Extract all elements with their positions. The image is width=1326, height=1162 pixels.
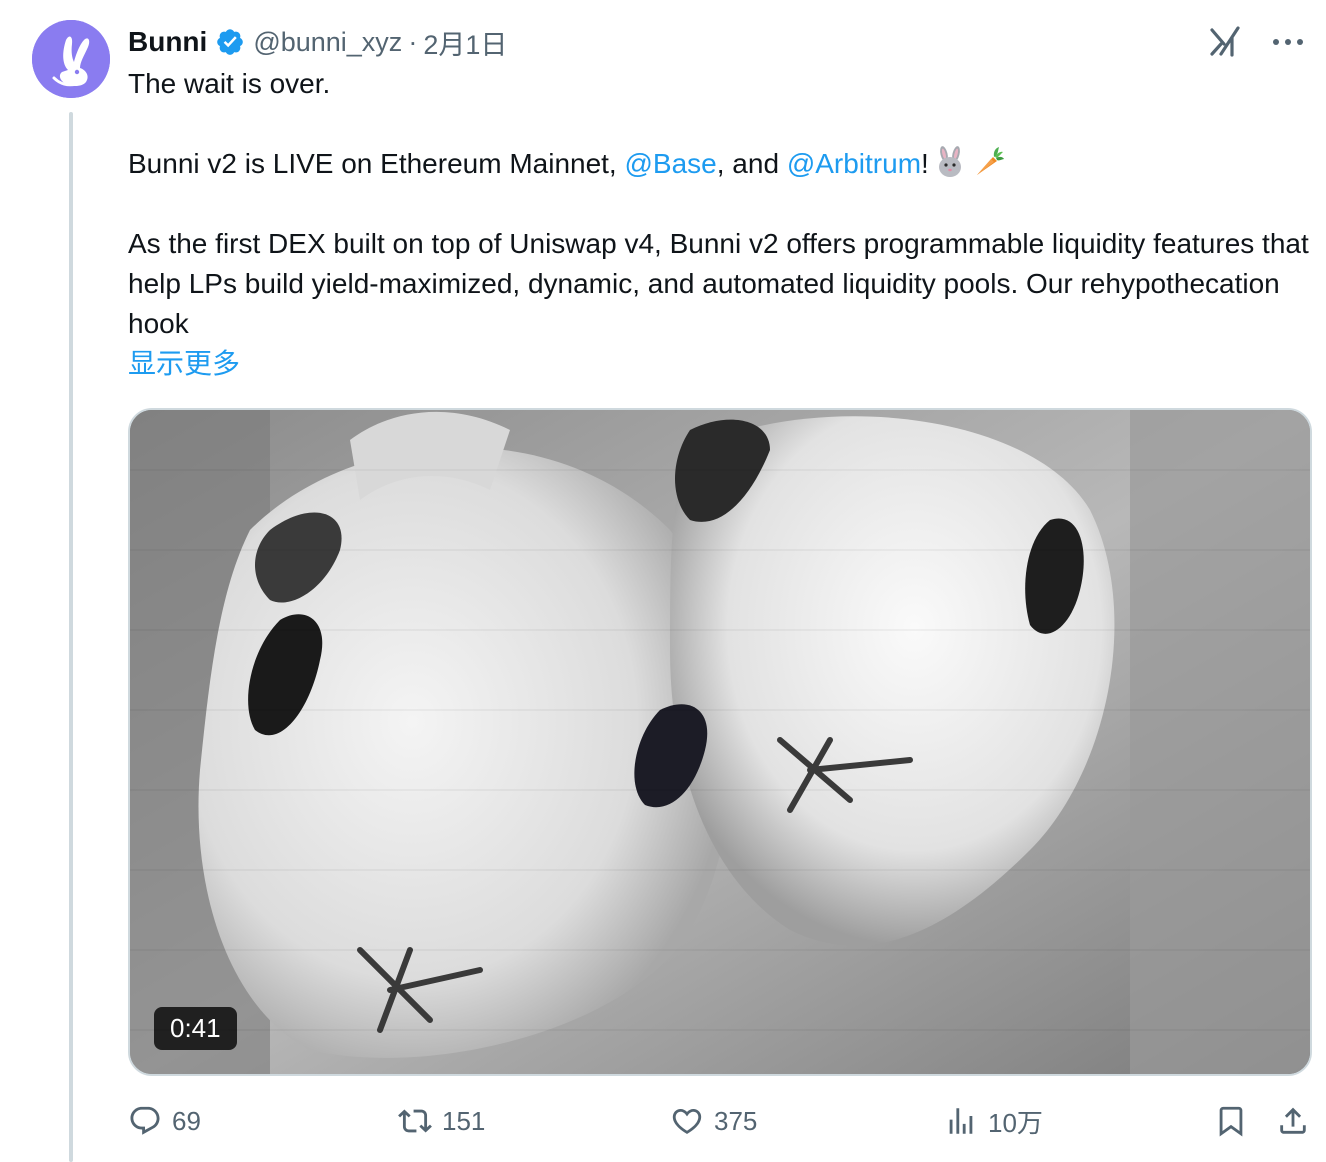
tweet-line-2-b: , and [716, 148, 787, 179]
author-display-name[interactable]: Bunni [128, 26, 207, 58]
grok-icon[interactable] [1206, 22, 1246, 62]
tweet-date[interactable]: 2月1日 [423, 23, 507, 62]
tweet-line-1: The wait is over. [128, 68, 331, 99]
avatar[interactable] [32, 20, 110, 98]
mention-base-link[interactable]: @Base [625, 148, 717, 179]
separator-dot: · [408, 26, 418, 57]
like-count: 375 [714, 1105, 758, 1136]
more-options-icon[interactable] [1268, 22, 1308, 62]
share-button[interactable] [1276, 1098, 1310, 1144]
tweet-line-2-c: ! [921, 148, 929, 179]
video-duration-badge: 0:41 [154, 1007, 237, 1050]
video-player[interactable]: 0:41 [128, 408, 1312, 1076]
tweet-action-bar: 69 151 375 10万 [128, 1098, 1318, 1144]
top-actions [1206, 22, 1308, 62]
repost-count: 151 [442, 1105, 486, 1136]
tweet-line-2: Bunni v2 is LIVE on Ethereum Mainnet, @B… [128, 144, 1318, 184]
bookmark-icon [1219, 1106, 1243, 1137]
tweet-text: The wait is over. Bunni v2 is LIVE on Et… [128, 64, 1318, 384]
thread-line [69, 112, 73, 1162]
reply-count: 69 [172, 1105, 201, 1136]
views-chart-icon [949, 1108, 973, 1134]
share-icon [1280, 1107, 1306, 1134]
reply-icon [130, 1106, 160, 1135]
rabbit-face-icon [933, 145, 967, 179]
bookmark-button[interactable] [1214, 1098, 1248, 1144]
repost-button[interactable]: 151 [398, 1098, 485, 1144]
tweet-header: Bunni @bunni_xyz · 2月1日 [128, 20, 507, 64]
author-handle[interactable]: @bunni_xyz [253, 27, 402, 58]
mention-arbitrum-link[interactable]: @Arbitrum [787, 148, 921, 179]
tweet-line-2-a: Bunni v2 is LIVE on Ethereum Mainnet, [128, 148, 625, 179]
reply-button[interactable]: 69 [128, 1098, 201, 1144]
repost-icon [398, 1109, 432, 1133]
views-button[interactable]: 10万 [944, 1098, 1043, 1144]
show-more-link[interactable]: 显示更多 [128, 344, 240, 384]
tweet-line-3: As the first DEX built on top of Uniswap… [128, 228, 1317, 339]
like-button[interactable]: 375 [670, 1098, 757, 1144]
video-thumbnail [130, 410, 1310, 1074]
bunni-logo-icon [32, 20, 110, 98]
verified-badge-icon[interactable] [215, 27, 245, 57]
carrot-icon [971, 145, 1005, 179]
heart-icon [672, 1108, 702, 1134]
views-count: 10万 [988, 1107, 1043, 1138]
